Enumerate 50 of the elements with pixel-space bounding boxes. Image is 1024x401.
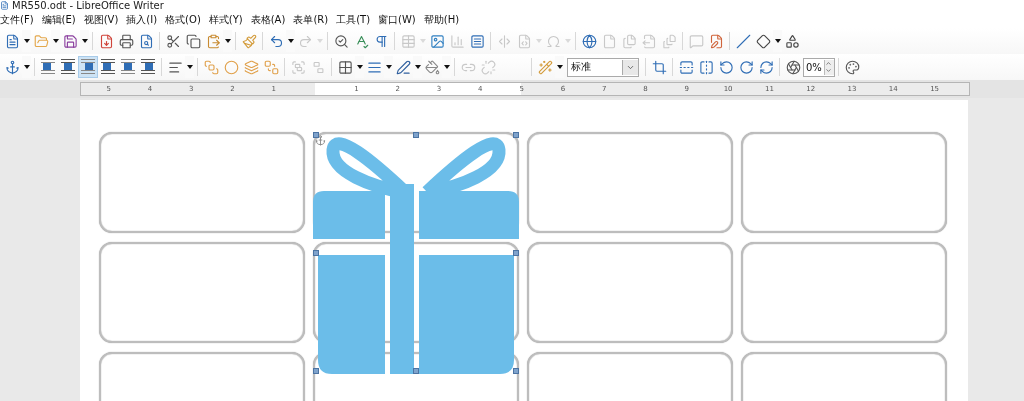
- window-title: MR550.odt - LibreOffice Writer: [12, 0, 164, 11]
- menu-item[interactable]: 工具(T): [336, 12, 375, 27]
- anchor-icon: [315, 135, 326, 146]
- selection-handle[interactable]: [413, 368, 419, 374]
- wrap-button[interactable]: [78, 56, 98, 78]
- selection-handle[interactable]: [313, 250, 319, 256]
- caret-icon: [52, 39, 59, 43]
- selection-handle[interactable]: [313, 132, 319, 138]
- selection-handle[interactable]: [513, 368, 519, 374]
- image-mode-select[interactable]: 标准: [567, 57, 639, 77]
- menu-item[interactable]: 编辑(E): [41, 12, 80, 27]
- menu-item[interactable]: 表单(R): [293, 12, 333, 27]
- caret-icon: [774, 39, 781, 43]
- caret-icon: [385, 65, 392, 69]
- caret-icon: [316, 39, 323, 43]
- caret-icon: [224, 39, 231, 43]
- spin-up-icon[interactable]: [825, 59, 832, 67]
- menu-item[interactable]: 视图(V): [83, 12, 123, 27]
- menu-item[interactable]: 帮助(H): [423, 12, 464, 27]
- selection-handle[interactable]: [513, 132, 519, 138]
- selection-handle[interactable]: [513, 250, 519, 256]
- transparency-field[interactable]: 0%: [803, 57, 835, 77]
- caret-icon: [287, 39, 294, 43]
- caret-icon: [23, 65, 30, 69]
- spin-down-icon[interactable]: [825, 66, 832, 74]
- menu-item[interactable]: 样式(Y): [208, 12, 247, 27]
- caret-icon: [556, 65, 563, 69]
- caret-icon: [414, 65, 421, 69]
- caret-icon: [535, 39, 542, 43]
- caret-icon: [564, 39, 571, 43]
- app-icon: [0, 1, 9, 10]
- menu-item[interactable]: 插入(I): [126, 12, 162, 27]
- selection-handle[interactable]: [313, 368, 319, 374]
- wrap-icon: [120, 59, 136, 75]
- selection-handle[interactable]: [413, 132, 419, 138]
- wrap-icon: [60, 59, 76, 75]
- wrap-icon: [140, 59, 156, 75]
- caret-icon: [81, 39, 88, 43]
- menu-item[interactable]: 文件(F): [0, 12, 38, 27]
- menu-item[interactable]: 格式(O): [165, 12, 205, 27]
- caret-icon: [23, 39, 30, 43]
- caret-icon: [443, 65, 450, 69]
- wrap-icon: [40, 59, 56, 75]
- wrap-icon: [100, 59, 116, 75]
- wrap-icon: [80, 59, 96, 75]
- caret-icon: [186, 65, 193, 69]
- menu-item[interactable]: 窗口(W): [378, 12, 420, 27]
- caret-icon: [356, 65, 363, 69]
- caret-icon: [419, 39, 426, 43]
- menu-item[interactable]: 表格(A): [250, 12, 290, 27]
